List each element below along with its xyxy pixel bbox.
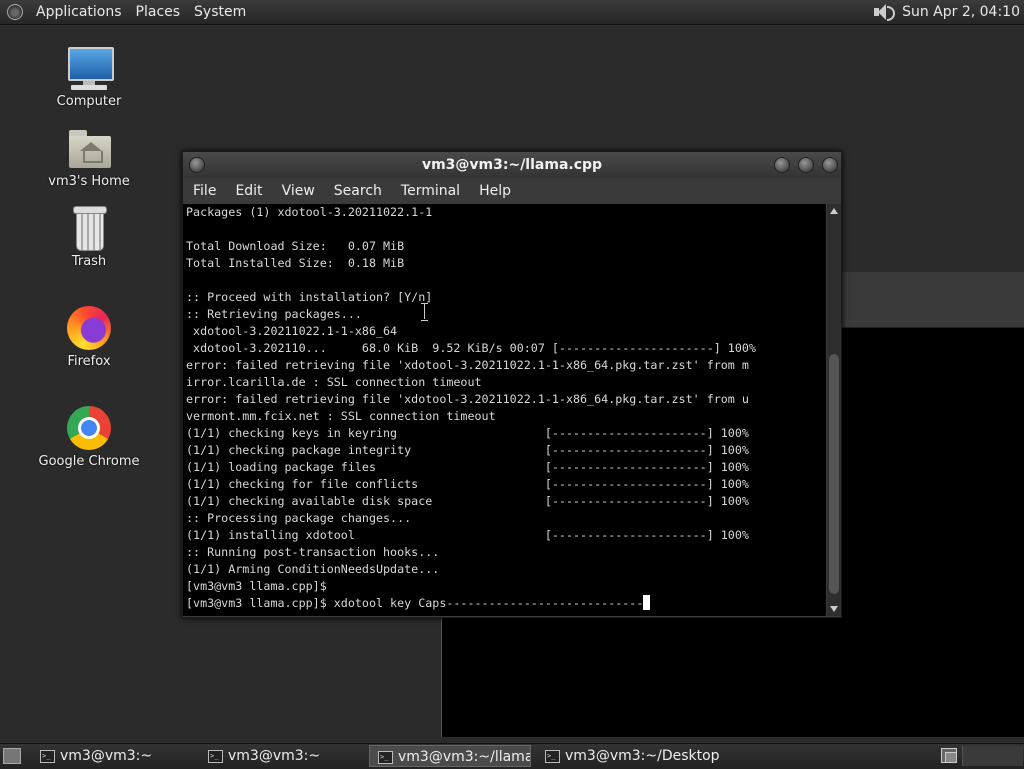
task-button-terminal-desktop[interactable]: vm3@vm3:~/Desktop — [537, 745, 737, 767]
terminal-line: vermont.mm.fcix.net : SSL connection tim… — [186, 409, 496, 423]
show-desktop-icon[interactable] — [3, 748, 21, 764]
terminal-line: error: failed retrieving file 'xdotool-3… — [186, 392, 749, 406]
terminal-scrollbar[interactable] — [827, 204, 841, 616]
menu-help[interactable]: Help — [469, 183, 520, 199]
terminal-line: :: Retrieving packages... — [186, 307, 362, 321]
terminal-titlebar[interactable]: vm3@vm3:~/llama.cpp — [183, 152, 841, 178]
terminal-prompt-line[interactable]: [vm3@vm3 llama.cpp]$ xdotool key Caps---… — [183, 595, 826, 612]
task-button-terminal-1[interactable]: vm3@vm3:~ — [32, 745, 194, 767]
task-label: vm3@vm3:~/llama.... — [398, 749, 530, 765]
terminal-line: Total Download Size: 0.07 MiB — [186, 239, 405, 253]
terminal-line: (1/1) installing xdotool [--------------… — [186, 528, 749, 542]
terminal-icon — [545, 745, 560, 767]
terminal-window[interactable]: vm3@vm3:~/llama.cpp File Edit View Searc… — [182, 151, 842, 618]
terminal-line: irror.lcarilla.de : SSL connection timeo… — [186, 375, 482, 389]
terminal-line: (1/1) checking for file conflicts [-----… — [186, 477, 749, 491]
menu-edit[interactable]: Edit — [225, 183, 271, 199]
terminal-line: :: Running post-transaction hooks... — [186, 545, 440, 559]
places-menu[interactable]: Places — [129, 4, 188, 20]
terminal-icon — [378, 746, 393, 766]
minimize-button[interactable] — [774, 157, 790, 173]
terminal-line: Total Installed Size: 0.18 MiB — [186, 256, 405, 270]
task-button-terminal-llama[interactable]: vm3@vm3:~/llama.... — [369, 745, 531, 767]
terminal-line: :: Processing package changes... — [186, 511, 412, 525]
bottom-taskbar: vm3@vm3:~ vm3@vm3:~ vm3@vm3:~/llama.... … — [0, 743, 1024, 769]
terminal-line: (1/1) loading package files [-----------… — [186, 460, 749, 474]
desktop-icon-firefox[interactable]: Firefox — [34, 304, 144, 369]
firefox-icon — [65, 304, 113, 352]
gnome-foot-icon[interactable] — [6, 3, 24, 21]
desktop-icon-trash[interactable]: Trash — [34, 204, 144, 269]
desktop-icon-label: Google Chrome — [38, 454, 140, 469]
prompt-command-text: [vm3@vm3 llama.cpp]$ xdotool key Caps---… — [186, 596, 644, 610]
desktop-icon-chrome[interactable]: Google Chrome — [34, 404, 144, 469]
desktop-icon-label: Computer — [56, 94, 122, 109]
top-panel: Applications Places System Sun Apr 2, 04… — [0, 0, 1024, 25]
terminal-line: (1/1) checking available disk space [---… — [186, 494, 749, 508]
terminal-line: (1/1) checking package integrity [------… — [186, 443, 749, 457]
workspace-switcher-icon[interactable] — [941, 748, 957, 763]
terminal-menubar: File Edit View Search Terminal Help — [183, 178, 841, 204]
menu-file[interactable]: File — [183, 183, 225, 199]
window-title: vm3@vm3:~/llama.cpp — [421, 157, 603, 173]
menu-terminal[interactable]: Terminal — [391, 183, 469, 199]
maximize-button[interactable] — [798, 157, 814, 173]
chrome-icon — [65, 404, 113, 452]
terminal-output[interactable]: Packages (1) xdotool-3.20211022.1-1 Tota… — [183, 204, 826, 616]
workspace-area[interactable] — [962, 746, 1023, 766]
task-button-terminal-2[interactable]: vm3@vm3:~ — [200, 745, 362, 767]
terminal-line: (1/1) checking keys in keyring [--------… — [186, 426, 749, 440]
terminal-line: [vm3@vm3 llama.cpp]$ — [186, 579, 327, 593]
home-folder-icon — [65, 124, 113, 172]
task-label: vm3@vm3:~ — [60, 748, 153, 764]
desktop-icon-label: vm3's Home — [48, 174, 130, 189]
trash-icon — [65, 204, 113, 252]
task-label: vm3@vm3:~ — [228, 748, 321, 764]
ibeam-cursor-icon — [420, 303, 429, 321]
terminal-icon — [208, 745, 223, 767]
terminal-line: xdotool-3.202110... 68.0 KiB 9.52 KiB/s … — [186, 341, 756, 355]
desktop-icon-label: Trash — [71, 254, 107, 269]
text-cursor — [643, 595, 651, 610]
terminal-line: error: failed retrieving file 'xdotool-3… — [186, 358, 749, 372]
menu-search[interactable]: Search — [324, 183, 391, 199]
task-label: vm3@vm3:~/Desktop — [565, 748, 720, 764]
terminal-icon — [40, 745, 55, 767]
system-menu[interactable]: System — [187, 4, 253, 20]
applications-menu[interactable]: Applications — [29, 4, 129, 20]
scrollbar-thumb[interactable] — [829, 354, 839, 594]
close-button[interactable] — [822, 157, 838, 173]
terminal-line: :: Proceed with installation? [Y/n] — [186, 290, 433, 304]
clock[interactable]: Sun Apr 2, 04:10 — [902, 4, 1024, 20]
window-menu-button[interactable] — [189, 157, 205, 173]
volume-icon[interactable] — [872, 3, 896, 21]
scroll-down-arrow-icon[interactable] — [830, 606, 838, 612]
terminal-line: Packages (1) xdotool-3.20211022.1-1 — [186, 205, 433, 219]
computer-icon — [65, 44, 114, 92]
desktop-icon-home[interactable]: vm3's Home — [34, 124, 144, 189]
terminal-line: (1/1) Arming ConditionNeedsUpdate... — [186, 562, 440, 576]
terminal-line: xdotool-3.20211022.1-1-x86_64 — [186, 324, 398, 338]
scroll-up-arrow-icon[interactable] — [830, 208, 838, 214]
desktop-icon-computer[interactable]: Computer — [34, 44, 144, 109]
menu-view[interactable]: View — [272, 183, 324, 199]
desktop-icon-label: Firefox — [67, 354, 111, 369]
